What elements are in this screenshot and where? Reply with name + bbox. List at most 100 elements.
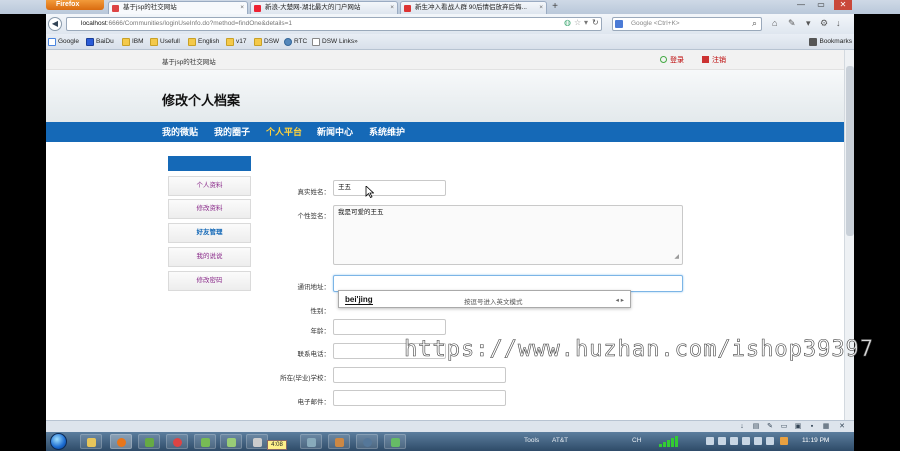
- app-icon: [253, 438, 262, 447]
- email-field[interactable]: [333, 390, 506, 406]
- close-addon-icon[interactable]: ✕: [838, 423, 846, 431]
- taskbar-app-10[interactable]: [356, 434, 378, 449]
- new-tab-button[interactable]: +: [549, 1, 561, 13]
- nav-personal-platform[interactable]: 个人平台: [266, 126, 302, 138]
- firefox-icon: [117, 438, 126, 447]
- page-title: 修改个人档案: [162, 93, 241, 108]
- maximize-button[interactable]: ▭: [812, 0, 830, 10]
- taskbar-app-8[interactable]: [300, 434, 322, 449]
- mouse-cursor-icon: [365, 186, 374, 198]
- windows-taskbar: 4:08 Tools AT&T CH 11:19 PM: [46, 432, 854, 451]
- bookmark-v17[interactable]: v17: [226, 37, 246, 47]
- resize-grip-icon[interactable]: ◢: [674, 253, 679, 261]
- app-icon: [227, 438, 236, 447]
- school-field[interactable]: [333, 367, 506, 383]
- tray-icon-5[interactable]: [754, 437, 762, 445]
- window-icon[interactable]: ▭: [780, 423, 788, 431]
- ime-page-arrows[interactable]: ◂ ▸: [616, 296, 624, 304]
- nav-news-center[interactable]: 新闻中心: [317, 126, 353, 138]
- bookmark-google[interactable]: Google: [48, 37, 79, 47]
- taskbar-app-5[interactable]: [194, 434, 216, 449]
- url-path: :6666/Communities/loginUseInfo.do?method…: [106, 20, 293, 27]
- firefox-menu-button[interactable]: Firefox: [46, 0, 104, 10]
- scrollbar-thumb[interactable]: [846, 66, 854, 236]
- tray-icon-2[interactable]: [718, 437, 726, 445]
- search-input[interactable]: Google <Ctrl+K>: [612, 17, 762, 31]
- tab-close-icon[interactable]: ×: [240, 2, 244, 14]
- dropdown-icon[interactable]: ▾: [584, 18, 588, 28]
- pen-icon[interactable]: ✎: [766, 423, 774, 431]
- feed-icon[interactable]: ▤: [752, 423, 760, 431]
- grid-icon[interactable]: ▦: [822, 423, 830, 431]
- url-bar[interactable]: localhost:6666/Communities/loginUseInfo.…: [66, 17, 602, 31]
- taskbar-app-9[interactable]: [328, 434, 350, 449]
- tab-close-icon[interactable]: ×: [539, 2, 543, 14]
- bookmark-ibm[interactable]: IBM: [122, 37, 144, 47]
- sidebar-header: [168, 156, 251, 171]
- taskbar-app-3[interactable]: [138, 434, 160, 449]
- taskbar-explorer[interactable]: [80, 434, 102, 449]
- bookmark-usefull[interactable]: Usefull: [150, 37, 180, 47]
- site-identity-icon[interactable]: ◍: [564, 18, 571, 28]
- menu-chevron-icon[interactable]: ▾: [806, 18, 811, 29]
- panel-icon[interactable]: ▣: [794, 423, 802, 431]
- sidebar-item-friends[interactable]: 好友管理: [168, 223, 251, 243]
- tab-sina[interactable]: 新浪-大楚网-湖北最大的门户网站 ×: [250, 1, 398, 14]
- save-icon[interactable]: ▪: [808, 423, 816, 431]
- bookmark-baidu[interactable]: BaiDu: [86, 37, 114, 47]
- tray-icon-7[interactable]: [780, 437, 788, 445]
- tab-label: 新浪-大楚网-湖北最大的门户网站: [265, 4, 361, 11]
- tools-icon[interactable]: ⚙: [820, 18, 828, 29]
- bookmark-dsw[interactable]: DSW: [254, 37, 279, 47]
- real-name-field[interactable]: 王五: [333, 180, 446, 196]
- addon-icon[interactable]: ✎: [788, 18, 796, 29]
- clock[interactable]: 11:19 PM: [802, 437, 829, 444]
- nav-my-circle[interactable]: 我的圈子: [214, 126, 250, 138]
- main-nav: 我的微贴 我的圈子 个人平台 新闻中心 系统维护: [46, 122, 844, 142]
- google-engine-icon[interactable]: [615, 20, 623, 28]
- tab-label: 基于jsp的社交网站: [123, 4, 177, 11]
- signature-textarea[interactable]: 我是可爱的王五 ◢: [333, 205, 683, 265]
- real-name-label: 真实姓名：: [297, 189, 331, 196]
- close-window-button[interactable]: ✕: [834, 0, 852, 10]
- tab-news[interactable]: 新生冲入看战人群 90后情侣放弃后悔... ×: [400, 1, 547, 14]
- tray-tools[interactable]: Tools: [524, 437, 539, 444]
- tray-icon-1[interactable]: [706, 437, 714, 445]
- download-icon[interactable]: ↓: [836, 18, 841, 29]
- home-icon[interactable]: ⌂: [772, 18, 777, 29]
- folder-icon: [122, 38, 130, 46]
- bookmark-english[interactable]: English: [188, 37, 219, 47]
- bookmarks-menu-button[interactable]: Bookmarks: [809, 37, 852, 47]
- tray-icon-6[interactable]: [766, 437, 774, 445]
- nav-my-posts[interactable]: 我的微贴: [162, 126, 198, 138]
- tray-icon-3[interactable]: [730, 437, 738, 445]
- taskbar-app-11[interactable]: [384, 434, 406, 449]
- minimize-button[interactable]: —: [792, 0, 810, 10]
- tray-language[interactable]: CH: [632, 437, 641, 444]
- reload-icon[interactable]: ↻: [592, 18, 599, 28]
- page-scrollbar[interactable]: [844, 50, 854, 420]
- watermark-text: https://www.huzhan.com/ishop39397: [404, 337, 875, 363]
- taskbar-app-6[interactable]: [220, 434, 242, 449]
- sidebar-item-my-posts[interactable]: 我的说说: [168, 247, 251, 267]
- search-icon[interactable]: ⌕: [752, 18, 757, 29]
- back-button[interactable]: ◀: [48, 17, 62, 31]
- login-link[interactable]: 登录: [660, 55, 684, 65]
- gender-label: 性别：: [310, 308, 331, 315]
- logout-link[interactable]: 注销: [702, 55, 726, 65]
- taskbar-app-7[interactable]: [246, 434, 268, 449]
- age-field[interactable]: [333, 319, 446, 335]
- taskbar-chrome[interactable]: [166, 434, 188, 449]
- tab-close-icon[interactable]: ×: [390, 2, 394, 14]
- bookmark-star-icon[interactable]: ☆: [574, 18, 581, 28]
- start-button[interactable]: [50, 433, 67, 450]
- app-icon: [201, 438, 210, 447]
- tab-active-site[interactable]: 基于jsp的社交网站 ×: [108, 1, 248, 14]
- download-status-icon[interactable]: ↓: [738, 423, 746, 431]
- bookmark-rtc[interactable]: RTC: [284, 37, 307, 47]
- tray-icon-4[interactable]: [742, 437, 750, 445]
- taskbar-firefox[interactable]: [110, 434, 132, 449]
- nav-system-maintenance[interactable]: 系统维护: [369, 126, 405, 138]
- ime-hint: 按逗号进入英文模式: [464, 299, 523, 306]
- bookmark-dsw-links[interactable]: DSW Links»: [312, 37, 358, 47]
